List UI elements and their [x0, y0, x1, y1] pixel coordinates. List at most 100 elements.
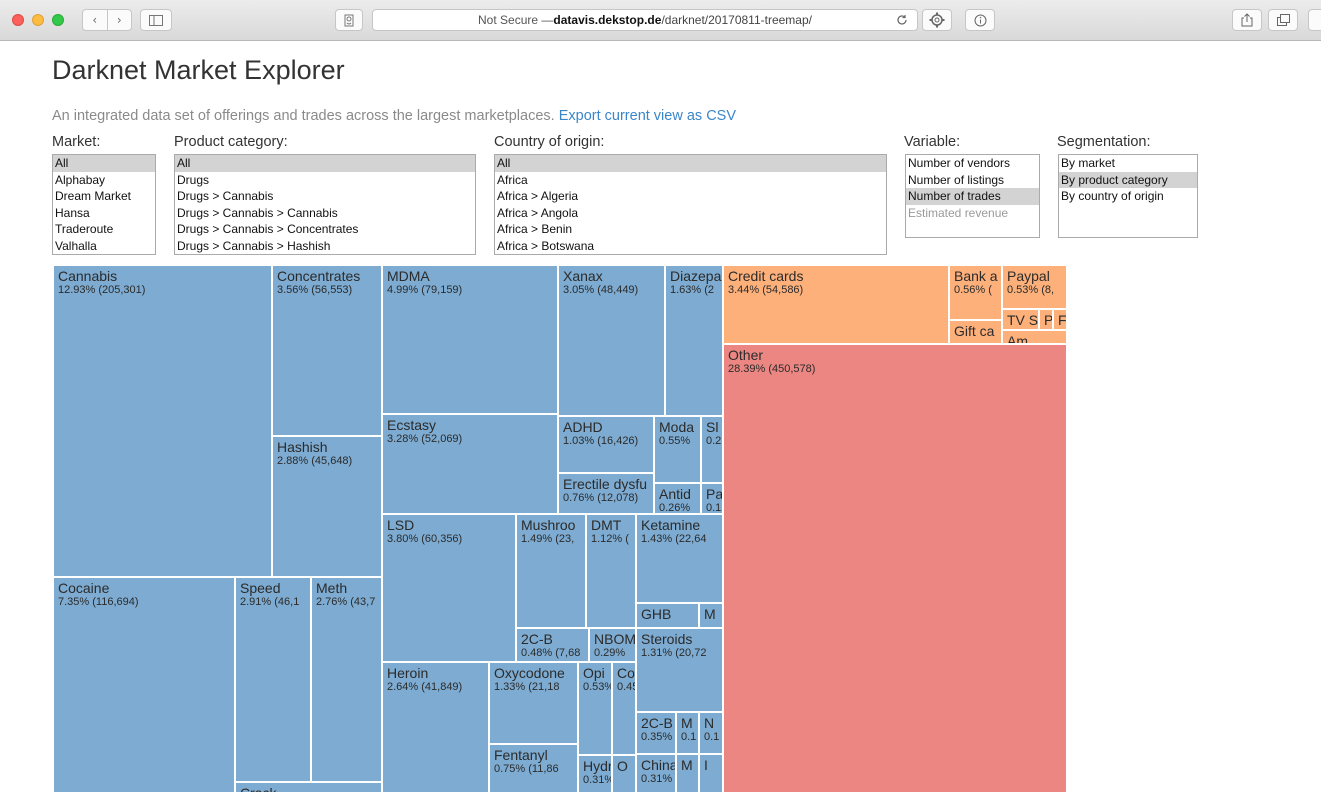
show-tabs-button[interactable] — [1268, 9, 1298, 31]
select-option[interactable]: Valhalla — [53, 238, 155, 255]
cell-value: 28.39% (450,578) — [728, 363, 816, 375]
cell-value: 2.91% (46,1 — [240, 596, 300, 608]
treemap-cell[interactable]: Bank a 0.56% ( — [949, 265, 1002, 320]
treemap-cell[interactable]: M 0.1 — [676, 712, 699, 754]
treemap-cell[interactable]: N 0.1 — [699, 712, 723, 754]
treemap-cell[interactable]: Heroin 2.64% (41,849) — [382, 662, 489, 793]
treemap-cell[interactable]: Credit cards 3.44% (54,586) — [723, 265, 949, 344]
treemap-cell[interactable]: M — [699, 603, 723, 628]
treemap-cell[interactable]: GHB — [636, 603, 699, 628]
treemap-cell[interactable]: Cocaine 7.35% (116,694) — [53, 577, 235, 793]
treemap-cell[interactable]: 2C-B 0.48% (7,68 — [516, 628, 589, 662]
select-option[interactable]: All — [53, 155, 155, 172]
back-button[interactable]: ‹ — [83, 13, 107, 27]
select-option[interactable]: Drugs > Cannabis > Hashish — [175, 238, 475, 255]
select-option[interactable]: Africa > Angola — [495, 205, 886, 222]
treemap-cell[interactable]: Steroids 1.31% (20,72 — [636, 628, 723, 712]
treemap-cell[interactable]: Diazepa 1.63% (2 — [665, 265, 723, 416]
close-window-button[interactable] — [12, 14, 24, 26]
treemap-cell[interactable]: DMT 1.12% ( — [586, 514, 636, 628]
treemap-cell[interactable]: Hydr 0.31% — [578, 755, 612, 793]
select-option[interactable]: Africa > Benin — [495, 221, 886, 238]
select-option[interactable]: By market — [1059, 155, 1197, 172]
select-option[interactable]: Drugs > Cannabis > Cannabis — [175, 205, 475, 222]
select-option[interactable]: Drugs > Cannabis — [175, 188, 475, 205]
treemap-cell[interactable]: O — [612, 755, 636, 793]
cell-label: P — [1044, 312, 1053, 328]
treemap-cell[interactable]: M — [676, 754, 699, 793]
treemap-cell[interactable]: Co0.45 — [612, 662, 636, 755]
treemap-cell[interactable]: ADHD 1.03% (16,426) — [558, 416, 654, 473]
treemap-cell[interactable]: Crack — [235, 782, 382, 793]
treemap-cell[interactable]: TV S — [1002, 309, 1039, 330]
treemap-cell[interactable]: Sl 0.2 — [701, 416, 723, 483]
new-tab-button[interactable] — [1308, 9, 1321, 31]
select-option[interactable]: Dream Market — [53, 188, 155, 205]
share-button[interactable] — [1232, 9, 1262, 31]
treemap-cell[interactable]: Antid 0.26% — [654, 483, 701, 514]
select-option[interactable]: Africa > Algeria — [495, 188, 886, 205]
treemap-cell[interactable]: Opi 0.53% — [578, 662, 612, 755]
variable-select[interactable]: Number of vendors Number of listings Numbe… — [905, 154, 1040, 238]
treemap-cell[interactable]: Oxycodone 1.33% (21,18 — [489, 662, 578, 744]
cell-label: Erectile dysfu — [563, 476, 648, 492]
select-option[interactable]: Africa — [495, 172, 886, 189]
market-select[interactable]: All Alphabay Dream Market Hansa Traderoute Va… — [52, 154, 156, 255]
treemap-cell[interactable]: I — [699, 754, 723, 793]
treemap-cell[interactable]: 2C-B 0.35% — [636, 712, 676, 754]
treemap-cell[interactable]: Erectile dysfu 0.76% (12,078) — [558, 473, 654, 514]
minimize-window-button[interactable] — [32, 14, 44, 26]
cell-value: 0.1 — [706, 502, 722, 514]
treemap-cell[interactable]: Fentanyl 0.75% (11,86 — [489, 744, 578, 793]
treemap-cell[interactable]: Am — [1002, 330, 1067, 344]
treemap-cell[interactable]: Meth 2.76% (43,7 — [311, 577, 382, 782]
select-option[interactable]: Number of vendors — [906, 155, 1039, 172]
sidebar-toggle-button[interactable] — [140, 9, 172, 31]
treemap-cell[interactable]: Mushroo 1.49% (23, — [516, 514, 586, 628]
select-option[interactable]: Drugs > Cannabis > Concentrates — [175, 221, 475, 238]
treemap-cell[interactable]: P — [1039, 309, 1053, 330]
select-option[interactable]: Hansa — [53, 205, 155, 222]
maximize-window-button[interactable] — [52, 14, 64, 26]
segmentation-select[interactable]: By market By product category By country o… — [1058, 154, 1198, 238]
extension-button[interactable] — [922, 9, 952, 31]
reload-button[interactable] — [892, 12, 912, 28]
select-option[interactable]: Africa > Botswana — [495, 238, 886, 255]
cell-value: 7.35% (116,694) — [58, 596, 139, 608]
treemap-cell[interactable]: Moda 0.55% — [654, 416, 701, 483]
treemap-cell[interactable]: China 0.31% — [636, 754, 676, 793]
select-option[interactable]: Alphabay — [53, 172, 155, 189]
treemap-cell[interactable]: Pa 0.1 — [701, 483, 723, 514]
forward-button[interactable]: › — [108, 13, 132, 27]
select-option[interactable]: Number of listings — [906, 172, 1039, 189]
select-option[interactable]: Drugs — [175, 172, 475, 189]
category-select[interactable]: All Drugs Drugs > Cannabis Drugs > Cannabis… — [174, 154, 476, 255]
select-option[interactable]: By country of origin — [1059, 188, 1197, 205]
treemap-cell[interactable]: Concentrates 3.56% (56,553) — [272, 265, 382, 436]
treemap-cell[interactable]: Ketamine 1.43% (22,64 — [636, 514, 723, 603]
reader-mode-button[interactable] — [335, 9, 363, 31]
select-option[interactable]: Number of trades — [906, 188, 1039, 205]
country-select[interactable]: All Africa Africa > Algeria Africa > Angola… — [494, 154, 887, 255]
treemap-cell[interactable]: MDMA 4.99% (79,159) — [382, 265, 558, 414]
treemap-cell[interactable]: Xanax 3.05% (48,449) — [558, 265, 665, 416]
address-bar[interactable]: Not Secure — datavis.dekstop.de /darknet… — [372, 9, 918, 31]
cell-label: Hydr — [583, 758, 612, 774]
treemap-cell[interactable]: Ecstasy 3.28% (52,069) — [382, 414, 558, 514]
treemap-cell[interactable]: Gift ca — [949, 320, 1002, 344]
cell-label: I — [704, 757, 708, 773]
select-option[interactable]: All — [495, 155, 886, 172]
select-option[interactable]: By product category — [1059, 171, 1197, 188]
treemap-cell[interactable]: NBOM 0.29% — [589, 628, 636, 662]
select-option[interactable]: All — [175, 155, 475, 172]
info-button[interactable] — [965, 9, 995, 31]
treemap-cell[interactable]: LSD 3.80% (60,356) — [382, 514, 516, 662]
treemap-cell[interactable]: Paypal 0.53% (8, — [1002, 265, 1067, 309]
select-option[interactable]: Traderoute — [53, 221, 155, 238]
treemap-cell[interactable]: F — [1053, 309, 1067, 330]
treemap-cell[interactable]: Speed 2.91% (46,1 — [235, 577, 311, 782]
export-csv-link[interactable]: Export current view as CSV — [559, 108, 736, 124]
treemap-cell[interactable]: Cannabis 12.93% (205,301) — [53, 265, 272, 577]
treemap-cell[interactable]: Hashish 2.88% (45,648) — [272, 436, 382, 577]
treemap-cell[interactable]: Other 28.39% (450,578) — [723, 344, 1067, 793]
